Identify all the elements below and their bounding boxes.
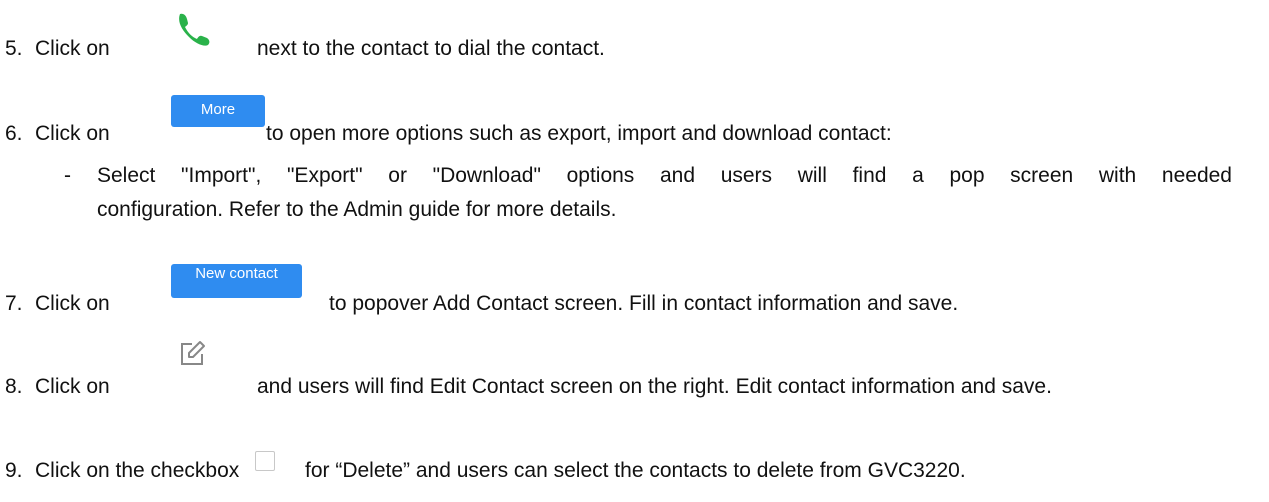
item-text-rest: next to the contact to dial the contact. bbox=[257, 37, 605, 60]
edit-icon[interactable] bbox=[178, 340, 206, 368]
item-number: 8. bbox=[5, 375, 23, 398]
checkbox-icon[interactable] bbox=[255, 451, 275, 471]
more-button[interactable]: More bbox=[171, 95, 265, 127]
bullet-marker: - bbox=[64, 164, 71, 187]
item-text-lead: Click on bbox=[35, 122, 110, 145]
new-contact-button[interactable]: New contact bbox=[171, 264, 302, 298]
item-text-lead: Click on bbox=[35, 292, 110, 315]
bullet-text: Select "Import", "Export" or "Download" … bbox=[97, 159, 1232, 227]
bullet-line-1: Select "Import", "Export" or "Download" … bbox=[97, 164, 1232, 187]
item-text-rest: for “Delete” and users can select the co… bbox=[305, 459, 966, 482]
item-text-lead: Click on bbox=[35, 37, 110, 60]
item-number: 6. bbox=[5, 122, 23, 145]
phone-icon[interactable] bbox=[176, 10, 212, 46]
item-text-lead: Click on the checkbox bbox=[35, 459, 240, 482]
item-text-rest: to open more options such as export, imp… bbox=[266, 122, 892, 145]
item-number: 9. bbox=[5, 459, 23, 482]
bullet-line-2: configuration. Refer to the Admin guide … bbox=[97, 198, 617, 221]
item-text-rest: and users will find Edit Contact screen … bbox=[257, 375, 1052, 398]
item-text-lead: Click on bbox=[35, 375, 110, 398]
item-text-rest: to popover Add Contact screen. Fill in c… bbox=[329, 292, 959, 315]
item-number: 7. bbox=[5, 292, 23, 315]
item-number: 5. bbox=[5, 37, 23, 60]
